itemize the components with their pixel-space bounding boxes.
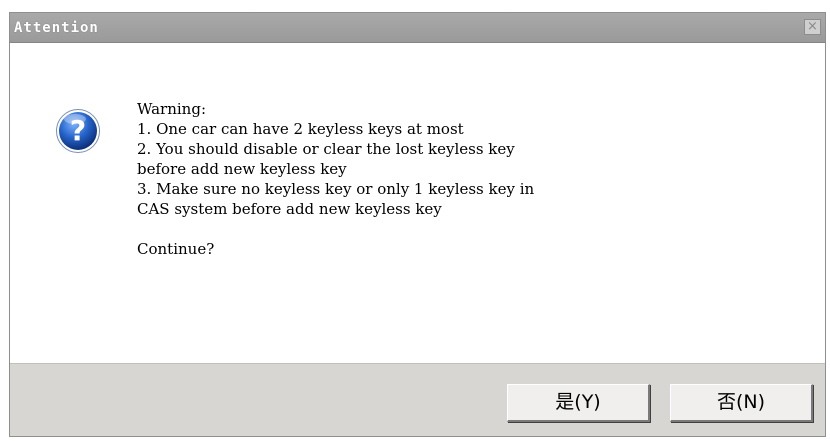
close-icon: × [807,19,818,34]
dialog-content: ? Warning: 1. One car can have 2 keyless… [10,43,825,365]
attention-dialog: Attention × ? Warning: 1. One car can ha… [9,12,826,437]
message-line: 3. Make sure no keyless key or only 1 ke… [137,180,535,198]
message-line: CAS system before add new keyless key [137,200,442,218]
yes-button[interactable]: 是(Y) [507,384,650,422]
continue-prompt: Continue? [137,240,215,258]
dialog-title: Attention [14,20,99,36]
message-line: 2. You should disable or clear the lost … [137,140,515,158]
dialog-footer: 是(Y) 否(N) [10,363,825,436]
no-button[interactable]: 否(N) [670,384,813,422]
warning-message: Warning: 1. One car can have 2 keyless k… [137,99,807,259]
message-line: 1. One car can have 2 keyless keys at mo… [137,120,464,138]
close-button[interactable]: × [804,19,821,35]
svg-text:?: ? [70,114,86,147]
question-icon: ? [56,109,100,153]
dialog-titlebar[interactable]: Attention × [10,13,825,43]
message-line: Warning: [137,100,207,118]
message-line: before add new keyless key [137,160,347,178]
